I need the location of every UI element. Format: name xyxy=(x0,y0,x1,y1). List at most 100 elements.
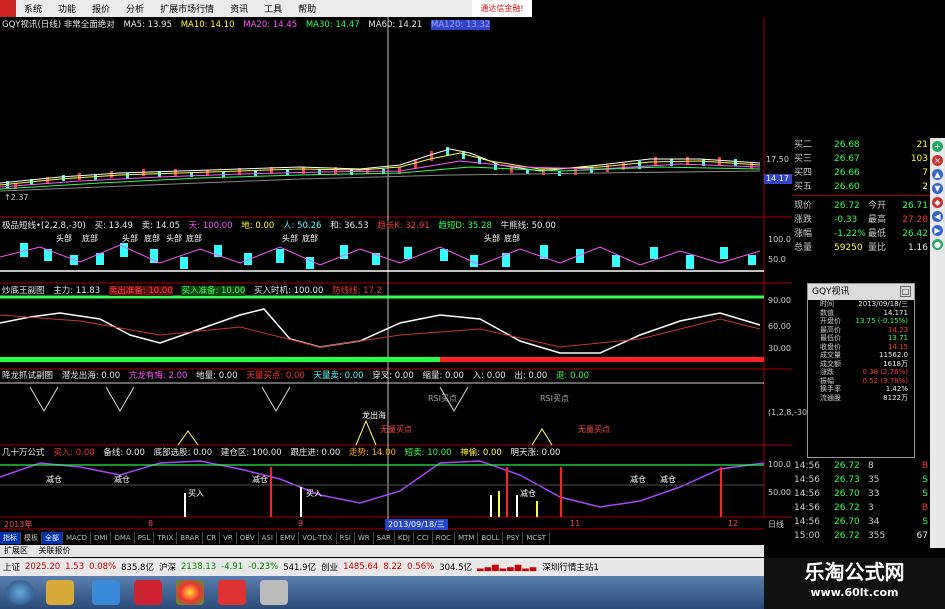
tab-extension[interactable]: 扩展区 xyxy=(0,546,32,555)
tab-boll[interactable]: BOLL xyxy=(478,532,504,544)
tab-obv[interactable]: OBV xyxy=(237,532,259,544)
start-button-icon[interactable] xyxy=(6,580,34,605)
menu-quote[interactable]: 报价 xyxy=(84,2,118,15)
panel2-header: 极品短线•(2,2,8,-30) 买: 13.49 卖: 14.05 天: 10… xyxy=(2,220,562,232)
toolbar-icon[interactable]: ▲ xyxy=(932,169,943,180)
tab-mcst[interactable]: MCST xyxy=(523,532,551,544)
p2-label: 底部 xyxy=(504,234,520,243)
tab-kdj[interactable]: KDJ xyxy=(395,532,414,544)
menu-function[interactable]: 功能 xyxy=(50,2,84,15)
popup-header[interactable]: GQY视讯 □ xyxy=(808,284,914,300)
tick-row: 14:56 26.73 35 S xyxy=(794,475,928,485)
tab-rsi[interactable]: RSI xyxy=(337,532,355,544)
p5-label: 买入 xyxy=(188,489,204,498)
p2-label: 头部 xyxy=(484,234,500,243)
p4-item: 亢龙有悔: 2.00 xyxy=(128,371,188,381)
chrome-icon[interactable] xyxy=(176,580,204,605)
p5-item: 备线: 0.00 xyxy=(103,448,145,458)
tab-vol-tdx[interactable]: VOL-TDX xyxy=(299,532,337,544)
tab-macd[interactable]: MACD xyxy=(63,532,91,544)
indicator-tabs: 指标 模板 全部 MACD DMI DMA PSL TRIX BRAR CR V… xyxy=(0,531,764,545)
p3-tick: 90.00 xyxy=(768,296,791,305)
app-icon[interactable] xyxy=(134,580,162,605)
menu-info[interactable]: 资讯 xyxy=(222,2,256,15)
toolbar-icon[interactable]: ◆ xyxy=(932,197,943,208)
menu-system[interactable]: 系统 xyxy=(16,2,50,15)
panel4-title: 降龙抓试副图 xyxy=(2,371,54,381)
tick-row: 15:00 26.72 355 67 xyxy=(794,531,928,541)
sz-change: -4.91 xyxy=(221,562,244,572)
server-label[interactable]: 深圳行情主站1 xyxy=(542,561,598,573)
ma10-line xyxy=(0,152,761,186)
period-label[interactable]: 日线 xyxy=(768,519,784,530)
toolbar-icon[interactable]: ▼ xyxy=(932,183,943,194)
ma30-label: MA30: 14.47 xyxy=(305,20,360,30)
tab-wr[interactable]: WR xyxy=(355,532,374,544)
toolbar-icon[interactable]: ● xyxy=(932,239,943,250)
sh-label: 上证 xyxy=(3,563,21,573)
close-icon[interactable]: □ xyxy=(900,286,911,297)
tab-dmi[interactable]: DMI xyxy=(91,532,112,544)
tdx-icon[interactable] xyxy=(218,580,246,605)
extension-tabs: 扩展区 关联报价 xyxy=(0,545,764,557)
p4-item: 出: 0.00 xyxy=(514,371,548,381)
p2-label: 底部 xyxy=(186,234,202,243)
p5-label: 减仓 xyxy=(46,475,62,484)
ma30-line xyxy=(0,166,761,190)
menu-extended-market[interactable]: 扩展市场行情 xyxy=(152,2,222,15)
toolbar-icon[interactable]: ▶ xyxy=(932,225,943,236)
p4-label: 无量买点 xyxy=(380,425,412,434)
pen-icon[interactable] xyxy=(260,580,288,605)
tab-brar[interactable]: BRAR xyxy=(177,532,204,544)
stat-row: 涨幅 -1.22% 最低 26.42 xyxy=(794,229,928,239)
tab-cr[interactable]: CR xyxy=(203,532,221,544)
p3-item: 卖出准备: 10.00 xyxy=(108,286,173,296)
p5-item: 底部选股: 0.00 xyxy=(153,448,213,458)
tab-all[interactable]: 全部 xyxy=(42,532,63,544)
signal-bars-icon: ▂▃▅▂▃▅▂▃ xyxy=(477,562,538,572)
tab-template[interactable]: 模板 xyxy=(21,532,42,544)
tab-cci[interactable]: CCI xyxy=(414,532,433,544)
ma10-label: MA10: 14.10 xyxy=(180,20,235,30)
tab-related-quote[interactable]: 关联报价 xyxy=(35,546,75,555)
tab-emv[interactable]: EMV xyxy=(277,532,300,544)
tab-roc[interactable]: ROC xyxy=(433,532,456,544)
menu-analysis[interactable]: 分析 xyxy=(118,2,152,15)
panel3-header: 炒底王副图 主力: 11.83 卖出准备: 10.00 买入准备: 10.00 … xyxy=(2,285,388,297)
panel1-header: GQY视讯(日线) 非常全面绝对 MA5: 13.95 MA10: 14.10 … xyxy=(2,19,496,31)
folder-icon[interactable] xyxy=(46,580,74,605)
tab-sar[interactable]: SAR xyxy=(374,532,395,544)
xaxis-month: 9 xyxy=(298,519,304,528)
xaxis-month: 8 xyxy=(148,519,154,528)
p2-label: 底部 xyxy=(82,234,98,243)
tab-psy[interactable]: PSY xyxy=(503,532,524,544)
p5-label: 减仓 xyxy=(660,475,676,484)
ma5-label: MA5: 13.95 xyxy=(123,20,172,30)
p4-label: RSI买点 xyxy=(540,394,569,403)
tab-indicator[interactable]: 指标 xyxy=(0,532,21,544)
toolbar-icon[interactable]: + xyxy=(932,141,943,152)
panel2-title: 极品短线•(2,2,8,-30) xyxy=(2,221,86,231)
media-icon[interactable] xyxy=(92,580,120,605)
tab-vr[interactable]: VR xyxy=(220,532,237,544)
tab-mtm[interactable]: MTM xyxy=(455,532,479,544)
toolbar-icon[interactable]: × xyxy=(932,155,943,166)
menu-tools[interactable]: 工具 xyxy=(256,2,290,15)
tab-psl[interactable]: PSL xyxy=(135,532,155,544)
p5-item: 短卖: 10.00 xyxy=(404,448,452,458)
tab-dma[interactable]: DMA xyxy=(111,532,135,544)
tab-trix[interactable]: TRIX xyxy=(154,532,178,544)
panel3-title: 炒底王副图 xyxy=(2,286,45,296)
bid-row: 买五 26.60 2 xyxy=(794,182,928,192)
p2-item: 卖: 14.05 xyxy=(141,221,181,231)
stat-row: 总量 59250 量比 1.16 xyxy=(794,243,928,253)
tab-asi[interactable]: ASI xyxy=(259,532,277,544)
toolbar-icon[interactable]: ◀ xyxy=(932,211,943,222)
ma20-line xyxy=(0,160,761,188)
p2-item: 人: 50.26 xyxy=(283,221,322,231)
p4-item: 潜龙出海: 0.00 xyxy=(61,371,121,381)
status-bar: 上证 2025.20 1.53 0.08% 835.8亿 沪深 2138.13 … xyxy=(0,558,764,576)
info-popup[interactable]: GQY视讯 □ 时间 2013/09/18/三 数值 14.171 开盘价 13.75 … xyxy=(807,283,915,458)
menu-help[interactable]: 帮助 xyxy=(290,2,324,15)
cy-label: 创业 xyxy=(321,563,339,573)
